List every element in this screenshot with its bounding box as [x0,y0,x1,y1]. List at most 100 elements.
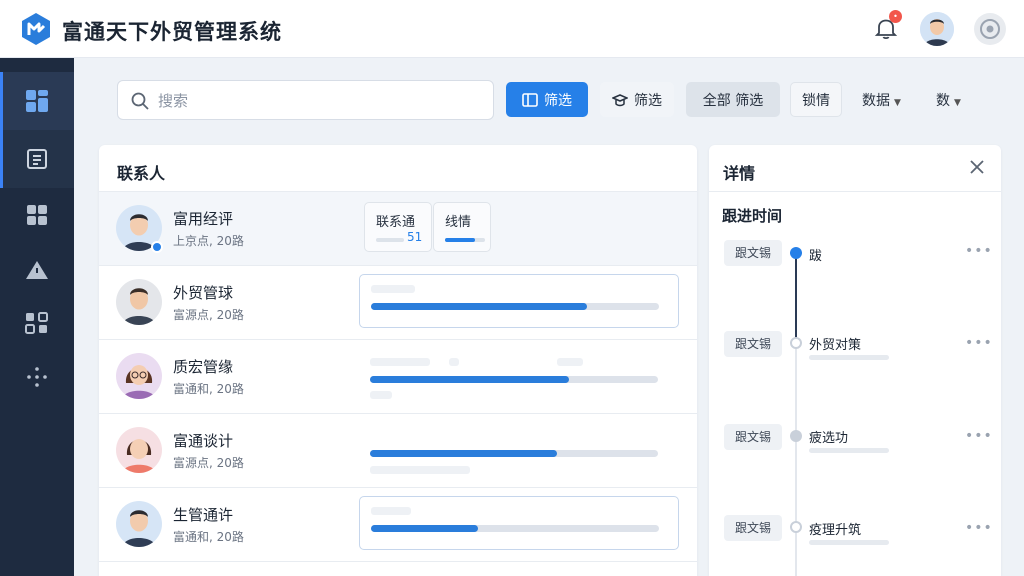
timeline-dot [790,430,802,442]
count-dropdown[interactable]: 数 ▼ [936,90,961,110]
timeline-dot-active [790,247,802,259]
mini-progress-track [376,238,404,242]
user-avatar-icon [920,12,954,46]
data-dropdown-label: 数据 [862,93,890,109]
contact-subtitle: 富通和, 20路 [173,382,244,396]
timeline-section-title: 跟进时间 [722,207,783,225]
sidebar-item-alerts[interactable] [0,241,74,299]
progress-fill [371,303,587,310]
chevron-down-icon: ▼ [954,98,961,108]
timeline-tag[interactable]: 跟文锡 [724,515,782,541]
mini-card[interactable]: 线情 [433,202,491,252]
contact-avatar [116,353,162,399]
timeline-dot [790,337,802,349]
placeholder-bar [370,358,430,366]
detail-title: 详情 [723,164,756,183]
details-button[interactable]: 锁情 [790,82,842,117]
filter-primary-label: 筛选 [544,92,572,109]
progress-track [370,376,658,383]
sidebar-item-more[interactable] [0,348,74,406]
mini-progress-fill [445,238,475,242]
contact-row[interactable]: 质宏管缘 富通和, 20路 [99,340,697,414]
timeline-text: 疲选功 [809,431,849,446]
placeholder-bar [809,540,889,545]
placeholder-bar [370,466,470,474]
contact-name: 富用经评 [173,210,234,228]
data-dropdown[interactable]: 数据 ▼ [862,90,901,110]
apps-grid-icon [27,205,47,225]
sidebar-item-apps[interactable] [0,186,74,244]
contact-row[interactable]: 富用经评 上京点, 20路 联系通 51 线情 [99,192,697,266]
progress-fill [371,525,478,532]
progress-fill [370,450,558,457]
contact-row[interactable]: 外贸管球 富源点, 20路 [99,266,697,340]
sidebar-item-network[interactable] [0,294,74,352]
progress-card[interactable] [359,496,679,550]
timeline-tag[interactable]: 跟文锡 [724,240,782,266]
placeholder-bar [809,448,889,453]
placeholder-bar [371,507,411,515]
placeholder-bar [809,355,889,360]
more-icon[interactable]: ••• [965,428,993,444]
contacts-panel: 联系人 富用经评 上京点, 20路 联系通 51 线情 外贸管球 富源点, 20… [99,145,697,576]
contact-name: 富通谈计 [173,432,234,450]
contacts-title: 联系人 [117,164,166,183]
dashboard-icon [26,90,48,112]
app-title: 富通天下外贸管理系统 [62,20,282,44]
placeholder-bar [370,391,392,399]
timeline-dot [790,521,802,533]
search-input[interactable] [158,89,478,113]
more-icon[interactable]: ••• [965,243,993,259]
mini-card[interactable]: 联系通 51 [364,202,432,252]
filter-secondary-label: 筛选 [634,92,662,109]
contact-name: 生管通许 [173,506,234,524]
progress-card[interactable] [359,274,679,328]
contact-avatar [116,501,162,547]
progress-track [371,303,659,310]
contact-row[interactable]: 生管通许 富通和, 20路 [99,488,697,562]
more-icon[interactable]: ••• [965,335,993,351]
timeline-tag[interactable]: 跟文锡 [724,331,782,357]
detail-panel: 详情 跟进时间 跟文锡 跋 ••• 跟文锡 外贸对策 ••• 跟文锡 疲选功 •… [709,145,1001,576]
filter-all-label: 全部 筛选 [702,92,764,109]
columns-icon [522,92,538,107]
timeline-text: 跋 [809,249,823,264]
contact-avatar [116,427,162,473]
mini-card-label: 线情 [445,215,472,230]
timeline-tag[interactable]: 跟文锡 [724,424,782,450]
progress-fill [370,376,569,383]
sidebar-item-dashboard[interactable] [0,72,74,130]
more-dots-icon [27,367,47,387]
settings-icon[interactable] [974,13,1006,45]
progress-track [370,450,658,457]
document-icon [27,149,47,169]
filter-primary-button[interactable]: 筛选 [506,82,588,117]
placeholder-bar [449,358,459,366]
contact-subtitle: 富通和, 20路 [173,530,244,544]
contact-row[interactable]: 富通谈计 富源点, 20路 [99,414,697,488]
alert-icon [26,261,48,279]
timeline-axis-active [795,253,797,345]
filter-secondary-button[interactable]: 筛选 [600,82,674,117]
mini-card-label: 联系通 [376,215,416,230]
search-box[interactable] [117,80,494,120]
chevron-down-icon: ▼ [894,98,901,108]
graduation-cap-icon [612,93,628,106]
notification-badge: • [889,10,902,23]
top-header: 富通天下外贸管理系统 • [0,0,1024,58]
search-icon [131,92,149,110]
sidebar-nav [0,58,74,576]
contact-subtitle: 富源点, 20路 [173,456,244,470]
network-icon [25,312,48,334]
filter-all-button[interactable]: 全部 筛选 [686,82,780,117]
more-icon[interactable]: ••• [965,520,993,536]
online-badge [151,241,163,253]
sidebar-item-documents[interactable] [0,130,74,188]
contact-subtitle: 富源点, 20路 [173,308,244,322]
divider [709,191,1001,192]
contact-subtitle: 上京点, 20路 [173,234,244,248]
placeholder-bar [371,285,415,293]
count-dropdown-label: 数 [936,93,950,109]
user-avatar[interactable] [920,12,954,46]
close-icon[interactable] [967,157,987,177]
